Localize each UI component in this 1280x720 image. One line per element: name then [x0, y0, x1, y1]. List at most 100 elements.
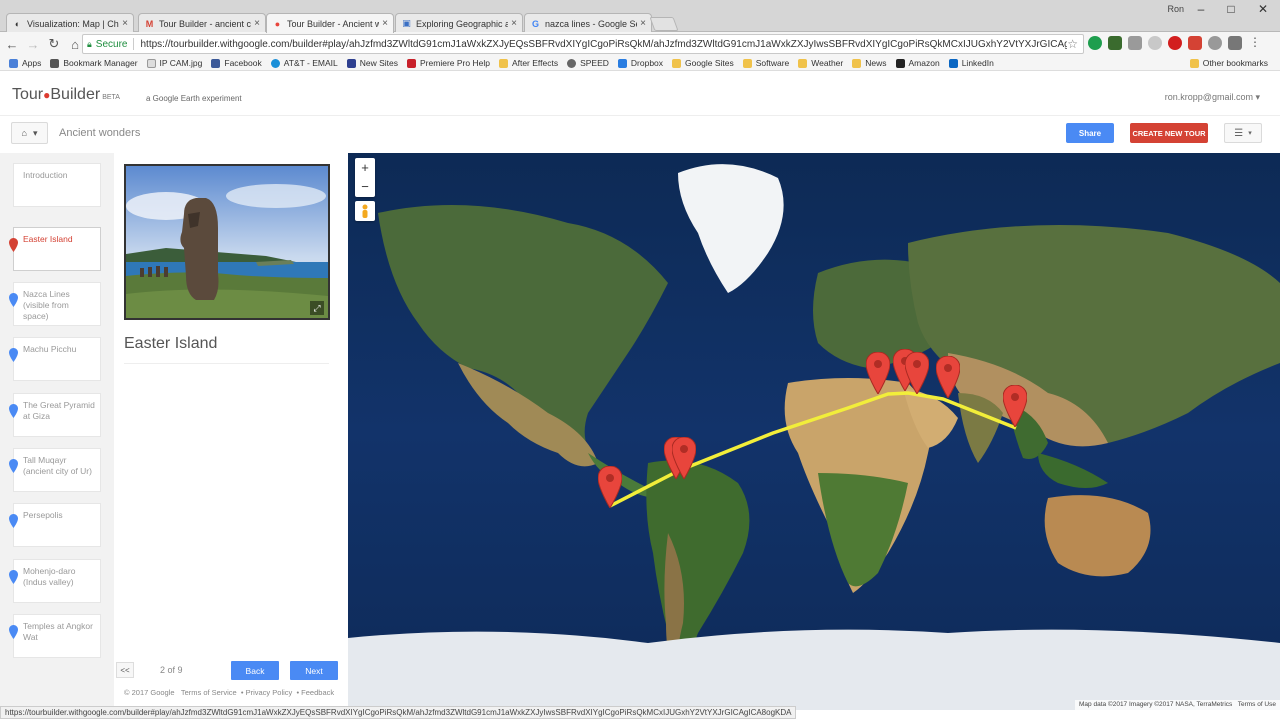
slide-easter-island[interactable]: Easter Island	[9, 227, 101, 271]
account-menu[interactable]: ron.kropp@gmail.com ▾	[1165, 92, 1260, 103]
feedback-link[interactable]: Feedback	[301, 688, 334, 697]
bookmark-item[interactable]: AT&T - EMAIL	[270, 58, 338, 68]
browser-tab-strip: ◐ Visualization: Map | Cha × M Tour Buil…	[0, 0, 1280, 33]
bookmark-item[interactable]: Software	[742, 58, 789, 68]
slide-label: Temples at Angkor Wat	[23, 621, 93, 642]
back-arrow-icon[interactable]: ←	[3, 37, 21, 52]
slide-introduction[interactable]: Introduction	[13, 163, 101, 207]
chrome-menu-icon[interactable]: ⋮	[1248, 36, 1262, 50]
slide-machu-picchu[interactable]: Machu Picchu	[9, 337, 101, 381]
other-bookmarks[interactable]: Other bookmarks	[1189, 58, 1268, 68]
extension-icon[interactable]	[1188, 36, 1202, 50]
browser-tab[interactable]: ▣ Exploring Geographic an ×	[395, 13, 523, 33]
view-menu-button[interactable]: ☰ ▾	[1224, 123, 1262, 143]
tagline: a Google Earth experiment	[146, 94, 242, 103]
map-marker-angkor-wat[interactable]	[1003, 385, 1027, 427]
world-map[interactable]: + − Map data ©2017 Imagery ©2017 NASA, T…	[348, 153, 1280, 710]
close-icon[interactable]: ×	[254, 18, 260, 29]
bookmark-item[interactable]: Facebook	[211, 58, 262, 68]
bookmark-item[interactable]: After Effects	[498, 58, 558, 68]
profile-name[interactable]: Ron	[1167, 4, 1184, 14]
map-marker-mohenjo-daro[interactable]	[936, 356, 960, 398]
maximize-icon[interactable]: □	[1216, 2, 1246, 16]
map-marker-easter-island[interactable]	[598, 466, 622, 508]
home-menu-button[interactable]: ⌂ ▾	[11, 122, 48, 144]
extension-icon[interactable]	[1108, 36, 1122, 50]
map-marker-persepolis[interactable]	[905, 352, 929, 394]
pegman-icon[interactable]	[355, 201, 375, 221]
bookmark-item[interactable]: IP CAM.jpg	[146, 58, 202, 68]
bookmark-item[interactable]: New Sites	[346, 58, 398, 68]
map-marker-machu-picchu[interactable]	[672, 437, 696, 479]
bookmark-item[interactable]: Bookmark Manager	[50, 58, 138, 68]
tour-builder-logo[interactable]: Tour●Builder BETA	[12, 86, 120, 104]
slide-persepolis[interactable]: Persepolis	[9, 503, 101, 547]
browser-tab[interactable]: G nazca lines - Google Sea ×	[524, 13, 652, 33]
create-new-tour-button[interactable]: CREATE NEW TOUR	[1130, 123, 1208, 143]
hamburger-icon: ☰	[1234, 127, 1244, 139]
slide-tall-muqayr[interactable]: Tall Muqayr (ancient city of Ur)	[9, 448, 101, 492]
google-icon: G	[531, 18, 539, 29]
slide-nazca-lines[interactable]: Nazca Lines (visible from space)	[9, 282, 101, 326]
bookmark-item[interactable]: Dropbox	[617, 58, 663, 68]
browser-tab-active[interactable]: ● Tour Builder - Ancient w ×	[266, 13, 394, 33]
slide-angkor-wat[interactable]: Temples at Angkor Wat	[9, 614, 101, 658]
first-slide-button[interactable]: <<	[116, 662, 134, 678]
zoom-out-button[interactable]: −	[355, 177, 375, 196]
url-text[interactable]: https://tourbuilder.withgoogle.com/build…	[140, 39, 1067, 50]
satellite-map-image	[348, 153, 1280, 710]
extension-icon[interactable]	[1148, 36, 1162, 50]
page-count: 2 of 9	[160, 665, 183, 675]
bookmark-item[interactable]: Premiere Pro Help	[407, 58, 490, 68]
extension-icon[interactable]	[1088, 36, 1102, 50]
close-icon[interactable]: ×	[511, 18, 517, 29]
map-marker-icon	[9, 348, 18, 362]
extension-icon[interactable]	[1208, 36, 1222, 50]
bookmark-item[interactable]: LinkedIn	[948, 58, 994, 68]
browser-toolbar: ← → ↻ ⌂ 🔒︎ Secure https://tourbuilder.wi…	[0, 32, 1280, 56]
close-icon[interactable]: ×	[382, 18, 388, 29]
bookmark-item[interactable]: Weather	[798, 58, 843, 68]
window-close-icon[interactable]: ✕	[1248, 2, 1278, 16]
bookmark-item[interactable]: Amazon	[895, 58, 940, 68]
reload-icon[interactable]: ↻	[45, 36, 63, 52]
folder-icon	[1189, 58, 1199, 68]
privacy-link[interactable]: Privacy Policy	[246, 688, 293, 697]
map-terms-link[interactable]: Terms of Use	[1238, 701, 1276, 708]
back-button[interactable]: Back	[231, 661, 279, 680]
map-marker-giza[interactable]	[866, 352, 890, 394]
next-button[interactable]: Next	[290, 661, 338, 680]
slide-mohenjo-daro[interactable]: Mohenjo-daro (Indus valley)	[9, 559, 101, 603]
extension-icon[interactable]	[1228, 36, 1242, 50]
bookmark-star-icon[interactable]: ☆	[1067, 37, 1078, 51]
bookmark-item[interactable]: News	[852, 58, 887, 68]
close-icon[interactable]: ×	[122, 18, 128, 29]
map-marker-icon	[9, 238, 18, 252]
tour-title[interactable]: Ancient wonders	[59, 127, 140, 139]
close-icon[interactable]: ×	[640, 18, 646, 29]
place-photo[interactable]: ⤢	[124, 164, 330, 320]
extensions-area: ⋮	[1088, 36, 1262, 50]
share-button[interactable]: Share	[1066, 123, 1114, 143]
extension-icon[interactable]	[1168, 36, 1182, 50]
new-tab-button[interactable]	[649, 17, 679, 31]
bookmark-item[interactable]: SPEED	[567, 58, 609, 68]
bookmark-item[interactable]: Google Sites	[672, 58, 734, 68]
caret-down-icon: ▾	[1255, 92, 1260, 102]
slide-great-pyramid[interactable]: The Great Pyramid at Giza	[9, 393, 101, 437]
fullscreen-icon[interactable]: ⤢	[310, 301, 324, 315]
map-marker-icon	[9, 514, 18, 528]
browser-tab[interactable]: M Tour Builder - ancient cu ×	[138, 13, 266, 33]
extension-icon[interactable]	[1128, 36, 1142, 50]
address-bar[interactable]: 🔒︎ Secure https://tourbuilder.withgoogle…	[82, 34, 1084, 54]
browser-tab[interactable]: ◐ Visualization: Map | Cha ×	[6, 13, 134, 33]
minimize-icon[interactable]: –	[1186, 2, 1216, 16]
map-attribution: Map data ©2017 Imagery ©2017 NASA, Terra…	[1075, 700, 1280, 710]
bookmark-apps[interactable]: Apps	[9, 58, 41, 68]
terms-link[interactable]: Terms of Service	[181, 688, 237, 697]
forward-arrow-icon[interactable]: →	[24, 37, 42, 52]
divider	[133, 38, 135, 50]
tourbuilder-icon: ●	[274, 18, 281, 29]
zoom-in-button[interactable]: +	[355, 158, 375, 177]
facebook-icon	[211, 58, 221, 68]
